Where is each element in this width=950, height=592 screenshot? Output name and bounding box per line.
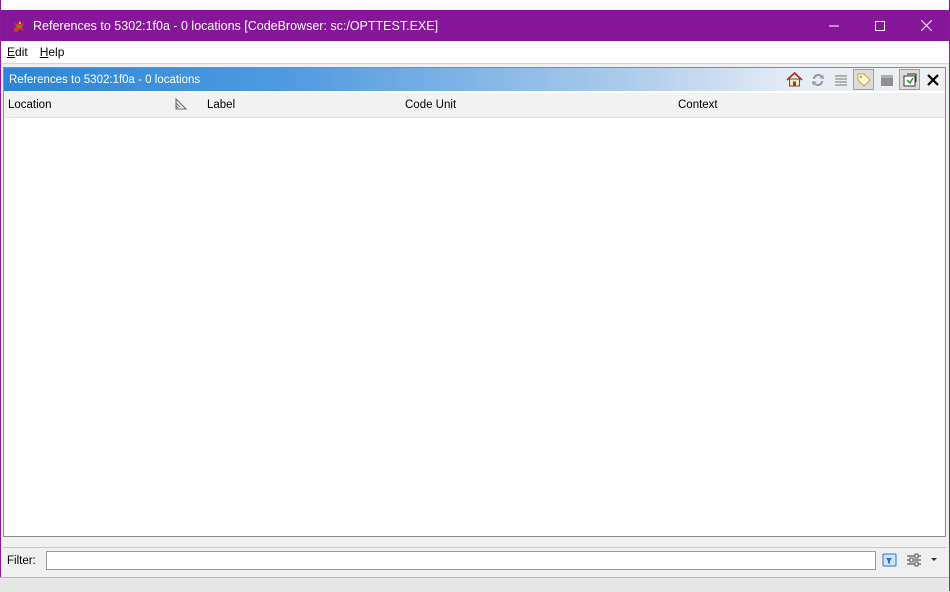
title-bar[interactable]: References to 5302:1f0a - 0 locations [C… — [1, 10, 949, 41]
refresh-button[interactable] — [807, 69, 828, 90]
column-header-location[interactable]: Location — [8, 93, 51, 117]
chevron-down-icon — [931, 558, 937, 561]
filter-label: Filter: — [7, 555, 36, 567]
filter-dropdown-button[interactable] — [929, 551, 939, 569]
close-icon — [920, 20, 932, 31]
menu-help[interactable]: Help — [34, 45, 71, 59]
menu-bar: Edit Help — [1, 41, 949, 64]
list-icon — [834, 74, 847, 86]
snapshot-toggle-button[interactable] — [899, 69, 920, 90]
close-panel-button[interactable] — [922, 69, 943, 90]
list-button[interactable] — [830, 69, 851, 90]
maximize-icon — [875, 20, 885, 31]
snapshot-icon — [903, 73, 916, 86]
sort-ascending-icon[interactable] — [175, 97, 188, 112]
status-bar — [0, 577, 948, 592]
column-header-label[interactable]: Label — [207, 93, 235, 117]
references-panel: References to 5302:1f0a - 0 locations Lo… — [3, 67, 946, 537]
filter-bar: Filter: — [3, 547, 946, 574]
block-button[interactable] — [876, 69, 897, 90]
filter-options-button[interactable] — [905, 551, 923, 569]
menu-edit[interactable]: Edit — [1, 45, 34, 59]
tag-icon — [857, 73, 871, 87]
filter-input[interactable] — [46, 551, 876, 570]
minimize-button[interactable] — [811, 10, 857, 41]
desktop-strip — [1, 0, 949, 10]
column-header-code-unit[interactable]: Code Unit — [405, 93, 456, 117]
tag-toggle-button[interactable] — [853, 69, 874, 90]
block-icon — [880, 74, 893, 86]
close-icon — [926, 73, 939, 86]
minimize-icon — [829, 25, 839, 26]
maximize-button[interactable] — [857, 10, 903, 41]
panel-title: References to 5302:1f0a - 0 locations — [9, 73, 201, 86]
refresh-icon — [811, 73, 824, 86]
table-header: Location Label Code Unit Context — [4, 93, 945, 118]
filter-apply-button[interactable] — [881, 551, 899, 569]
ghidra-dragon-icon — [11, 18, 27, 34]
home-icon — [786, 71, 803, 87]
sliders-icon — [907, 553, 921, 567]
column-header-context[interactable]: Context — [678, 93, 718, 117]
panel-header: References to 5302:1f0a - 0 locations — [4, 68, 945, 91]
window-title: References to 5302:1f0a - 0 locations [C… — [33, 18, 439, 33]
close-window-button[interactable] — [903, 10, 949, 41]
home-button[interactable] — [784, 69, 805, 90]
filter-database-icon — [882, 553, 897, 567]
